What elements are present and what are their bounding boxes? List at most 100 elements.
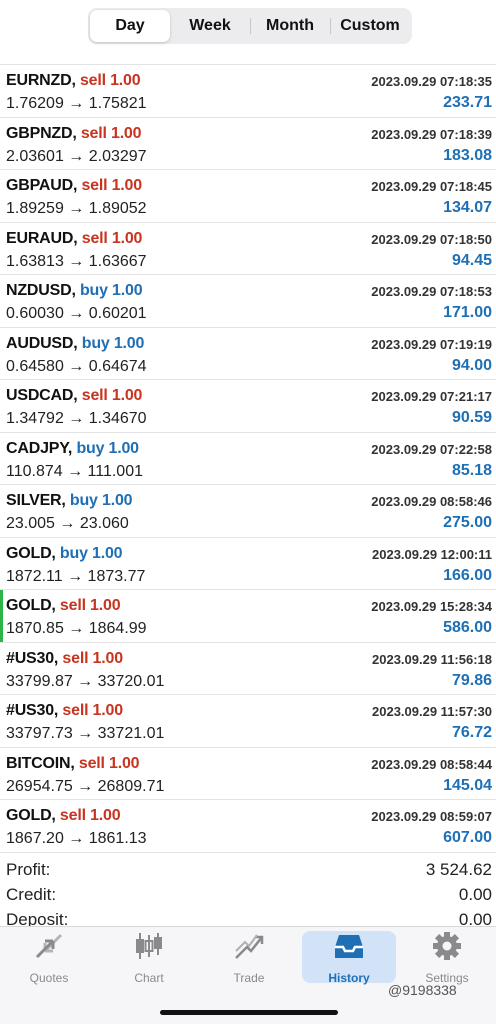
trade-time: 2023.09.29 07:18:35	[371, 74, 492, 89]
profit-value: 134.07	[443, 199, 492, 216]
home-indicator	[160, 1010, 338, 1015]
trade-time: 2023.09.29 08:58:46	[371, 494, 492, 509]
summary-profit-row: Profit: 3 524.62	[0, 856, 496, 881]
history-row[interactable]: CADJPY, buy 1.00 2023.09.29 07:22:58 110.8…	[0, 432, 496, 485]
history-row[interactable]: GBPNZD, sell 1.00 2023.09.29 07:18:39 2.03…	[0, 117, 496, 170]
tab-settings[interactable]: Settings	[400, 931, 494, 985]
history-row[interactable]: #US30, sell 1.00 2023.09.29 11:56:18 33799…	[0, 642, 496, 695]
trade-direction: sell 1.00	[59, 807, 121, 824]
history-row[interactable]: AUDUSD, buy 1.00 2023.09.29 07:19:19 0.645…	[0, 327, 496, 380]
tab-history[interactable]: History	[302, 931, 396, 985]
profit-value: 79.86	[451, 671, 492, 689]
price-range: 0.60030 → 0.60201	[6, 305, 147, 322]
watermark-text: @9198338	[388, 982, 457, 998]
symbol-name: BITCOIN,	[6, 754, 75, 772]
summary-deposit-row: Deposit: 0.00	[0, 906, 496, 928]
symbol-name: USDCAD,	[6, 387, 78, 404]
symbol-name: SILVER,	[6, 492, 66, 509]
history-row[interactable]: GOLD, sell 1.00 2023.09.29 08:59:07 1867.2…	[0, 800, 496, 853]
tab-chart-label: Chart	[134, 971, 164, 985]
trade-time: 2023.09.29 12:00:11	[372, 546, 492, 562]
period-segmented-control: Day Week Month Custom	[88, 8, 412, 44]
tab-trade[interactable]: Trade	[202, 931, 296, 985]
tab-week[interactable]: Week	[170, 10, 250, 42]
trade-icon	[233, 931, 265, 961]
profit-value: 607.00	[443, 829, 492, 846]
trade-direction: buy 1.00	[81, 334, 145, 352]
tab-day[interactable]: Day	[90, 10, 170, 42]
price-range: 110.874 → 111.001	[6, 462, 143, 480]
symbol-line: EURNZD, sell 1.00	[6, 72, 141, 90]
price-range: 1.76209 → 1.75821	[6, 95, 147, 112]
symbol-name: NZDUSD,	[6, 282, 76, 299]
history-row[interactable]: BITCOIN, sell 1.00 2023.09.29 08:58:44 269…	[0, 747, 496, 800]
history-row[interactable]: GBPAUD, sell 1.00 2023.09.29 07:18:45 1.89…	[0, 170, 496, 223]
symbol-name: GOLD,	[6, 597, 56, 614]
price-range: 33797.73 → 33721.01	[6, 725, 165, 742]
trade-time: 2023.09.29 07:18:50	[371, 231, 492, 247]
price-range: 23.005 → 23.060	[6, 515, 129, 532]
quotes-icon	[33, 931, 65, 961]
history-row[interactable]: EURAUD, sell 1.00 2023.09.29 07:18:50 1.63…	[0, 222, 496, 275]
profit-value: 233.71	[443, 94, 492, 111]
profit-value: 90.59	[451, 409, 492, 426]
history-row[interactable]: USDCAD, sell 1.00 2023.09.29 07:21:17 1.34…	[0, 380, 496, 433]
history-row[interactable]: SILVER, buy 1.00 2023.09.29 08:58:46 23.00…	[0, 485, 496, 538]
history-row[interactable]: GOLD, buy 1.00 2023.09.29 12:00:11 1872.11…	[0, 537, 496, 590]
summary-credit-value: 0.00	[458, 885, 492, 904]
tab-custom[interactable]: Custom	[330, 10, 410, 42]
trade-time: 2023.09.29 07:21:17	[371, 389, 492, 404]
trade-time: 2023.09.29 07:19:19	[371, 336, 492, 352]
trade-direction: buy 1.00	[79, 282, 143, 299]
symbol-name: EURNZD,	[6, 72, 76, 89]
price-range: 1.34792 → 1.34670	[6, 410, 147, 427]
symbol-name: CADJPY,	[6, 439, 73, 457]
trade-direction: sell 1.00	[81, 229, 143, 247]
history-row[interactable]: NZDUSD, buy 1.00 2023.09.29 07:18:53 0.600…	[0, 275, 496, 328]
symbol-name: EURAUD,	[6, 229, 78, 247]
profit-value: 85.18	[451, 461, 492, 479]
trade-time: 2023.09.29 08:58:44	[371, 756, 492, 772]
price-range: 1872.11 → 1873.77	[6, 567, 146, 585]
tab-quotes[interactable]: Quotes	[2, 931, 96, 985]
symbol-line: BITCOIN, sell 1.00	[6, 754, 140, 773]
symbol-line: #US30, sell 1.00	[6, 650, 123, 668]
history-row[interactable]: GOLD, sell 1.00 2023.09.29 15:28:34 1870.8…	[0, 590, 496, 643]
tab-chart[interactable]: Chart	[102, 931, 196, 985]
symbol-name: GOLD,	[6, 544, 56, 562]
profit-value: 145.04	[443, 776, 492, 794]
summary-profit-value: 3 524.62	[425, 860, 492, 879]
symbol-line: CADJPY, buy 1.00	[6, 440, 139, 458]
trade-direction: buy 1.00	[59, 544, 123, 562]
trade-direction: buy 1.00	[69, 492, 133, 509]
trade-direction: sell 1.00	[78, 754, 140, 772]
symbol-line: EURAUD, sell 1.00	[6, 230, 142, 248]
tab-history-label: History	[328, 971, 370, 985]
symbol-line: AUDUSD, buy 1.00	[6, 335, 144, 353]
profit-value: 275.00	[443, 514, 492, 531]
symbol-name: AUDUSD,	[6, 334, 78, 352]
price-range: 33799.87 → 33720.01	[6, 672, 165, 690]
symbol-line: NZDUSD, buy 1.00	[6, 282, 143, 300]
trade-time: 2023.09.29 07:18:45	[371, 179, 492, 194]
candlestick-icon	[133, 931, 165, 961]
symbol-line: #US30, sell 1.00	[6, 702, 123, 720]
gear-icon	[431, 931, 463, 961]
trade-direction: sell 1.00	[62, 702, 123, 719]
symbol-line: SILVER, buy 1.00	[6, 492, 133, 510]
inbox-history-icon	[333, 931, 365, 961]
history-row[interactable]: EURNZD, sell 1.00 2023.09.29 07:18:35 1.76…	[0, 65, 496, 118]
trade-time: 2023.09.29 08:59:07	[371, 809, 492, 824]
history-row[interactable]: #US30, sell 1.00 2023.09.29 11:57:30 33797…	[0, 695, 496, 748]
trade-time: 2023.09.29 07:22:58	[371, 441, 492, 457]
summary-credit-label: Credit:	[6, 885, 57, 904]
tab-month[interactable]: Month	[250, 10, 330, 42]
trade-direction: sell 1.00	[81, 177, 142, 194]
profit-value: 166.00	[443, 566, 492, 584]
tab-trade-label: Trade	[233, 971, 265, 985]
trade-direction: sell 1.00	[59, 597, 121, 614]
profit-value: 94.00	[451, 356, 492, 374]
symbol-line: GBPNZD, sell 1.00	[6, 125, 142, 143]
trade-direction: sell 1.00	[81, 387, 143, 404]
tab-quotes-label: Quotes	[29, 971, 69, 985]
